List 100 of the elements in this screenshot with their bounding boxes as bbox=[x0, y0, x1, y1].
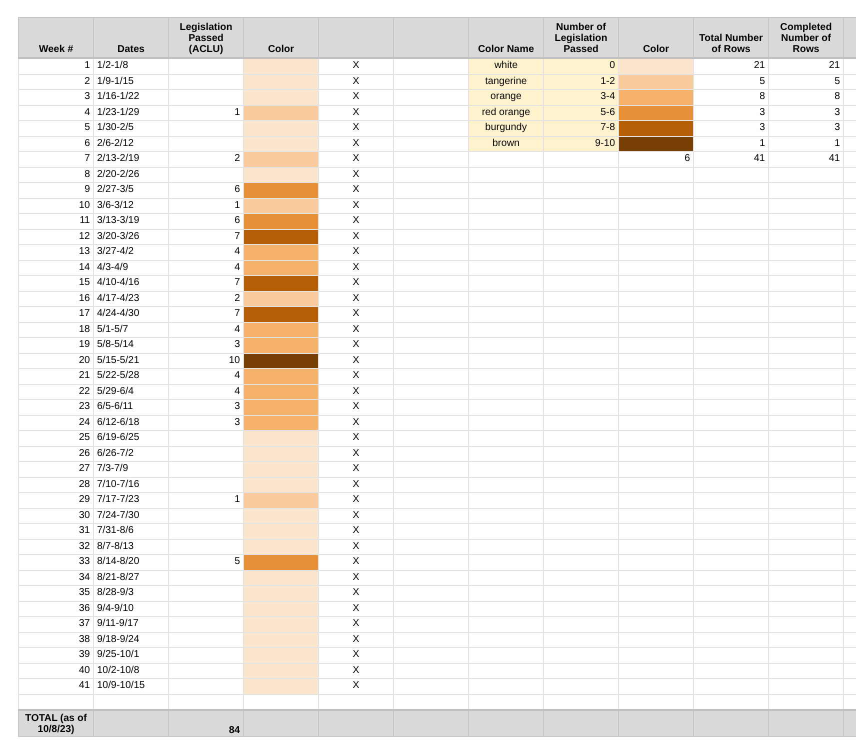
table-cell: 4 bbox=[168, 244, 244, 260]
table-cell: 4 bbox=[168, 260, 244, 276]
table-cell: 7/10-7/16 bbox=[94, 477, 168, 492]
table-cell: X bbox=[318, 462, 394, 477]
table-cell: white bbox=[468, 58, 544, 74]
table-cell: 7/3-7/9 bbox=[94, 462, 168, 477]
table-cell: 14 bbox=[18, 260, 94, 276]
table-cell: 10/2-10/8 bbox=[94, 663, 168, 678]
table-cell: X bbox=[318, 306, 394, 322]
table-cell: 9 bbox=[18, 182, 94, 198]
table-cell: X bbox=[318, 570, 394, 586]
table-cell: 22 bbox=[18, 384, 94, 400]
table-cell: 0 bbox=[544, 58, 618, 74]
table-cell: 4/3-4/9 bbox=[94, 260, 168, 276]
table-cell: 7 bbox=[18, 152, 94, 167]
table-cell: X bbox=[318, 384, 394, 400]
table-cell: X bbox=[318, 58, 394, 74]
column-header: Color bbox=[244, 18, 318, 58]
table-cell: 8 bbox=[694, 90, 768, 105]
table-cell: 24 bbox=[18, 415, 94, 430]
table-cell: X bbox=[318, 554, 394, 570]
table-cell: 40 bbox=[18, 663, 94, 678]
table-cell: 1/2-1/8 bbox=[94, 58, 168, 74]
table-cell: 41 bbox=[694, 152, 768, 167]
table-cell: 10 bbox=[18, 198, 94, 214]
table-cell: 9/18-9/24 bbox=[94, 632, 168, 648]
table-cell: 7-8 bbox=[544, 120, 618, 136]
table-cell: X bbox=[318, 446, 394, 462]
table-cell: 6 bbox=[168, 182, 244, 198]
table-cell: X bbox=[318, 663, 394, 678]
table-cell: 18 bbox=[18, 322, 94, 338]
column-header: Legislation Passed (ACLU) bbox=[168, 18, 244, 58]
table-cell: brown bbox=[468, 136, 544, 152]
table-cell: 21 bbox=[18, 368, 94, 384]
table-cell: 38 bbox=[18, 632, 94, 648]
table-cell: 3 bbox=[168, 400, 244, 415]
table-cell: X bbox=[318, 477, 394, 492]
table-cell: 9-10 bbox=[544, 136, 618, 152]
table-cell: X bbox=[318, 616, 394, 632]
table-cell: 6/12-6/18 bbox=[94, 415, 168, 430]
table-cell: 20 bbox=[18, 353, 94, 368]
table-cell: 6 bbox=[18, 136, 94, 152]
table-cell: X bbox=[318, 632, 394, 648]
table-cell: X bbox=[318, 508, 394, 524]
table-cell: 2 bbox=[18, 74, 94, 90]
table-cell: 7/17-7/23 bbox=[94, 492, 168, 508]
table-cell: 1/23-1/29 bbox=[94, 105, 168, 120]
table-cell: red orange bbox=[468, 105, 544, 120]
table-cell: 8/21-8/27 bbox=[94, 570, 168, 586]
table-cell: 8/28-9/3 bbox=[94, 586, 168, 601]
column-header: Completed Number of Rows bbox=[768, 18, 844, 58]
table-cell: 3 bbox=[694, 120, 768, 136]
table-cell: 1 bbox=[168, 198, 244, 214]
table-cell: 41 bbox=[768, 152, 844, 167]
table-cell: X bbox=[318, 105, 394, 120]
table-cell: X bbox=[318, 182, 394, 198]
table-cell: 5 bbox=[168, 554, 244, 570]
table-cell: 6 bbox=[618, 152, 694, 167]
table-cell: 2/20-2/26 bbox=[94, 167, 168, 182]
table-cell: 8/7-8/13 bbox=[94, 539, 168, 554]
table-cell: 3 bbox=[18, 90, 94, 105]
table-cell: X bbox=[318, 152, 394, 167]
table-cell: X bbox=[318, 678, 394, 694]
table-cell: 17 bbox=[18, 306, 94, 322]
table-cell: 8/14-8/20 bbox=[94, 554, 168, 570]
table-cell: X bbox=[318, 291, 394, 306]
table-cell: 39 bbox=[18, 648, 94, 663]
table-cell: X bbox=[318, 198, 394, 214]
table-cell: 2/13-2/19 bbox=[94, 152, 168, 167]
table-cell: 27 bbox=[18, 462, 94, 477]
table-cell: 3 bbox=[768, 105, 844, 120]
table-cell: tangerine bbox=[468, 74, 544, 90]
table-cell: 7 bbox=[168, 306, 244, 322]
column-header: Dates bbox=[94, 18, 168, 58]
table-cell: 9/11-9/17 bbox=[94, 616, 168, 632]
total-value: 84 bbox=[168, 710, 244, 736]
table-cell: 6/19-6/25 bbox=[94, 430, 168, 446]
table-cell: 2/27-3/5 bbox=[94, 182, 168, 198]
column-header: Number of Legislation Passed bbox=[544, 18, 618, 58]
table-cell: 4/24-4/30 bbox=[94, 306, 168, 322]
table-cell: 32 bbox=[18, 539, 94, 554]
table-cell: 7 bbox=[168, 276, 244, 291]
table-cell: X bbox=[318, 539, 394, 554]
table-cell: 9/25-10/1 bbox=[94, 648, 168, 663]
table-cell: 1 bbox=[694, 136, 768, 152]
table-cell: 3 bbox=[168, 415, 244, 430]
table-cell: X bbox=[318, 430, 394, 446]
table-cell: 5 bbox=[768, 74, 844, 90]
table-cell: 9/4-9/10 bbox=[94, 601, 168, 616]
table-cell: 2 bbox=[168, 291, 244, 306]
table-cell: 21 bbox=[694, 58, 768, 74]
table-cell: X bbox=[318, 120, 394, 136]
table-cell: 15 bbox=[18, 276, 94, 291]
table-cell: X bbox=[318, 492, 394, 508]
table-cell: 3 bbox=[694, 105, 768, 120]
table-cell: X bbox=[318, 244, 394, 260]
table-cell: 6/5-6/11 bbox=[94, 400, 168, 415]
table-cell: 3/27-4/2 bbox=[94, 244, 168, 260]
table-cell: X bbox=[318, 229, 394, 244]
table-cell: X bbox=[318, 322, 394, 338]
